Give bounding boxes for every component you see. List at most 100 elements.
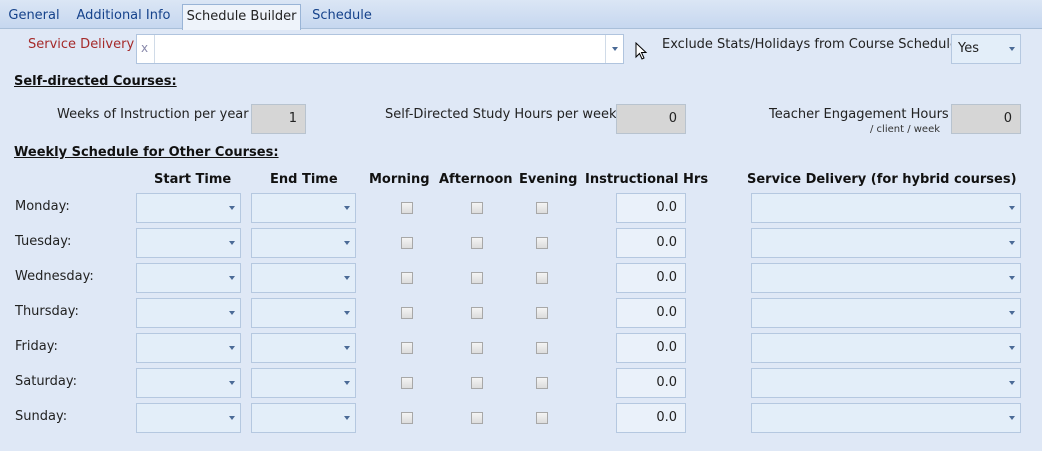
evening-checkbox[interactable]: [536, 202, 548, 214]
hybrid-delivery-select[interactable]: [751, 193, 1021, 223]
hybrid-delivery-select[interactable]: [751, 368, 1021, 398]
weeks-label: Weeks of Instruction per year: [57, 107, 249, 122]
morning-checkbox[interactable]: [401, 272, 413, 284]
hybrid-delivery-select[interactable]: [751, 263, 1021, 293]
exclude-holidays-label: Exclude Stats/Holidays from Course Sched…: [662, 37, 959, 52]
morning-checkbox[interactable]: [401, 412, 413, 424]
day-label: Saturday:: [15, 374, 78, 389]
evening-checkbox[interactable]: [536, 237, 548, 249]
service-delivery-label: Service Delivery: [28, 37, 135, 52]
evening-header: Evening: [519, 172, 578, 187]
chevron-down-icon: [344, 346, 350, 350]
chevron-down-icon: [1009, 241, 1015, 245]
tab-additional-info[interactable]: Additional Info: [70, 5, 177, 29]
start-time-select[interactable]: [136, 263, 241, 293]
afternoon-checkbox[interactable]: [471, 202, 483, 214]
afternoon-checkbox[interactable]: [471, 342, 483, 354]
end-time-select[interactable]: [251, 403, 356, 433]
morning-checkbox[interactable]: [401, 237, 413, 249]
service-delivery-value: x: [141, 41, 149, 55]
study-hours-label: Self-Directed Study Hours per week: [385, 107, 617, 122]
day-label: Sunday:: [15, 409, 68, 424]
evening-checkbox[interactable]: [536, 342, 548, 354]
evening-checkbox[interactable]: [536, 272, 548, 284]
morning-checkbox[interactable]: [401, 377, 413, 389]
chevron-down-icon: [1009, 311, 1015, 315]
instructional-hours-input[interactable]: 0.0: [616, 333, 686, 363]
start-time-select[interactable]: [136, 228, 241, 258]
start-time-header: Start Time: [154, 172, 232, 187]
chevron-down-icon: [229, 206, 235, 210]
teacher-hours-label: Teacher Engagement Hours: [769, 107, 949, 122]
weeks-input[interactable]: 1: [251, 104, 306, 134]
tab-schedule[interactable]: Schedule: [306, 5, 378, 29]
end-time-select[interactable]: [251, 193, 356, 223]
afternoon-checkbox[interactable]: [471, 307, 483, 319]
teacher-hours-input[interactable]: 0: [951, 104, 1021, 134]
afternoon-checkbox[interactable]: [471, 377, 483, 389]
end-time-select[interactable]: [251, 333, 356, 363]
afternoon-header: Afternoon: [439, 172, 513, 187]
end-time-select[interactable]: [251, 263, 356, 293]
instructional-hours-input[interactable]: 0.0: [616, 298, 686, 328]
hybrid-delivery-select[interactable]: [751, 298, 1021, 328]
chevron-down-icon: [229, 311, 235, 315]
teacher-hours-sublabel: / client / week: [870, 124, 941, 135]
chevron-down-icon: [1009, 416, 1015, 420]
chevron-down-icon: [1009, 206, 1015, 210]
start-time-select[interactable]: [136, 193, 241, 223]
day-label: Friday:: [15, 339, 58, 354]
instructional-hours-input[interactable]: 0.0: [616, 228, 686, 258]
tab-schedule-builder[interactable]: Schedule Builder: [182, 4, 301, 30]
chevron-down-icon: [229, 241, 235, 245]
instructional-hours-input[interactable]: 0.0: [616, 263, 686, 293]
chevron-down-icon: [344, 416, 350, 420]
evening-checkbox[interactable]: [536, 307, 548, 319]
morning-header: Morning: [369, 172, 430, 187]
day-label: Tuesday:: [15, 234, 72, 249]
hybrid-delivery-select[interactable]: [751, 333, 1021, 363]
instructional-hours-header: Instructional Hrs: [585, 172, 709, 187]
study-hours-input[interactable]: 0: [616, 104, 686, 134]
start-time-select[interactable]: [136, 368, 241, 398]
start-time-select[interactable]: [136, 403, 241, 433]
chevron-down-icon: [1009, 346, 1015, 350]
end-time-select[interactable]: [251, 228, 356, 258]
hybrid-delivery-select[interactable]: [751, 403, 1021, 433]
service-delivery-select[interactable]: x: [136, 34, 624, 64]
chevron-down-icon: [612, 47, 618, 51]
end-time-select[interactable]: [251, 368, 356, 398]
hybrid-delivery-select[interactable]: [751, 228, 1021, 258]
afternoon-checkbox[interactable]: [471, 412, 483, 424]
hybrid-delivery-header: Service Delivery (for hybrid courses): [747, 172, 1017, 187]
chevron-down-icon: [1009, 276, 1015, 280]
instructional-hours-input[interactable]: 0.0: [616, 193, 686, 223]
chevron-down-icon: [1009, 47, 1015, 51]
instructional-hours-input[interactable]: 0.0: [616, 403, 686, 433]
end-time-header: End Time: [270, 172, 338, 187]
day-label: Monday:: [15, 199, 70, 214]
start-time-select[interactable]: [136, 298, 241, 328]
tab-general[interactable]: General: [4, 5, 64, 29]
weekly-schedule-title: Weekly Schedule for Other Courses:: [14, 145, 279, 160]
chevron-down-icon: [344, 206, 350, 210]
mouse-cursor-icon: [635, 42, 648, 60]
day-label: Thursday:: [15, 304, 79, 319]
self-directed-title: Self-directed Courses:: [14, 74, 177, 89]
morning-checkbox[interactable]: [401, 202, 413, 214]
start-time-select[interactable]: [136, 333, 241, 363]
end-time-select[interactable]: [251, 298, 356, 328]
chevron-down-icon: [229, 346, 235, 350]
morning-checkbox[interactable]: [401, 342, 413, 354]
instructional-hours-input[interactable]: 0.0: [616, 368, 686, 398]
evening-checkbox[interactable]: [536, 412, 548, 424]
afternoon-checkbox[interactable]: [471, 272, 483, 284]
afternoon-checkbox[interactable]: [471, 237, 483, 249]
exclude-holidays-value: Yes: [958, 41, 979, 56]
chevron-down-icon: [1009, 381, 1015, 385]
chevron-down-icon: [344, 311, 350, 315]
chevron-down-icon: [344, 241, 350, 245]
evening-checkbox[interactable]: [536, 377, 548, 389]
morning-checkbox[interactable]: [401, 307, 413, 319]
exclude-holidays-select[interactable]: Yes: [951, 34, 1021, 64]
